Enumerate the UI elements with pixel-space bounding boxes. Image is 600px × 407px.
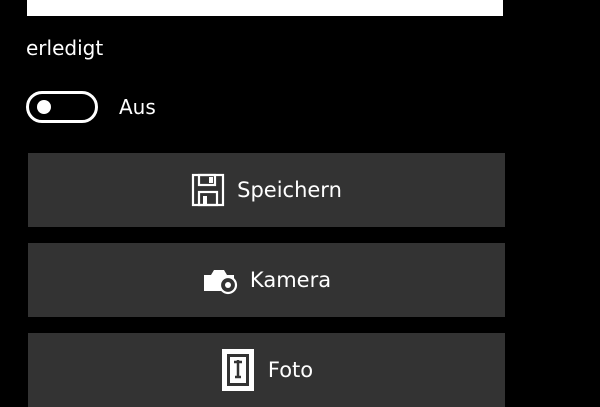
photo-button[interactable]: Foto (28, 333, 505, 407)
camera-button[interactable]: Kamera (28, 243, 505, 317)
toggle-state-label: Aus (119, 95, 156, 119)
floppy-disk-icon (191, 173, 225, 207)
camera-button-label: Kamera (249, 268, 332, 292)
picture-frame-icon (220, 347, 256, 393)
save-button[interactable]: Speichern (28, 153, 505, 227)
save-button-label: Speichern (237, 178, 342, 202)
done-toggle-switch[interactable] (26, 91, 98, 123)
toggle-knob (37, 100, 51, 114)
camera-icon (202, 265, 238, 295)
text-input[interactable] (27, 0, 503, 16)
done-label: erledigt (26, 36, 104, 60)
photo-button-label: Foto (267, 358, 314, 382)
